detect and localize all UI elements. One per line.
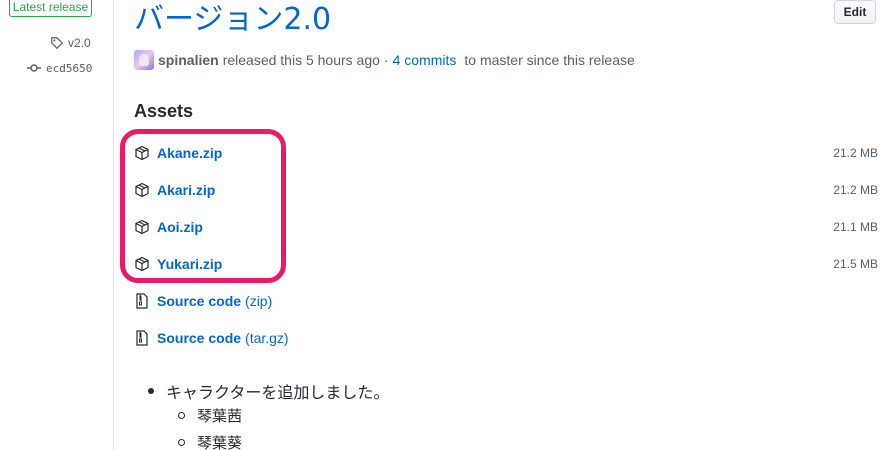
tag-link[interactable]: v2.0 bbox=[50, 35, 91, 51]
commit-icon bbox=[27, 64, 41, 72]
latest-release-badge: Latest release bbox=[9, 0, 92, 17]
released-text: released this 5 hours ago bbox=[222, 52, 380, 68]
assets-heading: Assets bbox=[134, 101, 194, 121]
commit-link[interactable]: ecd5650 bbox=[27, 60, 92, 76]
release-title[interactable]: バージョン2.0 bbox=[134, 2, 331, 38]
release-note-subtext: 琴葉茜 bbox=[197, 408, 243, 425]
author-link[interactable]: spinalien bbox=[158, 52, 219, 68]
source-code-kind[interactable]: (zip) bbox=[245, 293, 272, 309]
tag-icon bbox=[51, 37, 64, 50]
tag-name: v2.0 bbox=[68, 36, 91, 50]
avatar[interactable] bbox=[134, 50, 154, 70]
commits-link[interactable]: 4 commits bbox=[393, 52, 457, 68]
bullet-disc bbox=[148, 388, 154, 394]
release-note-subitem: 琴葉茜 bbox=[178, 405, 242, 426]
release-sidebar: Latest release v2.0 ecd5650 bbox=[0, 0, 114, 450]
file-zip-icon bbox=[136, 293, 148, 309]
asset-size: 21.5 MB bbox=[833, 257, 878, 271]
release-note-subitem: 琴葉葵 bbox=[178, 432, 242, 450]
release-meta: spinalien released this 5 hours ago · 4 … bbox=[134, 50, 635, 70]
release-note-text: キャラクターを追加しました。 bbox=[166, 385, 390, 402]
bullet-circle bbox=[178, 439, 185, 446]
commit-sha: ecd5650 bbox=[46, 61, 93, 75]
source-code-zip-row[interactable]: Source code (zip) bbox=[134, 291, 878, 311]
asset-size: 21.2 MB bbox=[833, 146, 878, 160]
asset-size: 21.2 MB bbox=[833, 183, 878, 197]
asset-size: 21.1 MB bbox=[833, 220, 878, 234]
source-code-link[interactable]: Source code bbox=[157, 330, 241, 346]
commits-suffix: to master since this release bbox=[464, 52, 635, 68]
bullet-circle bbox=[178, 412, 185, 419]
source-code-targz-row[interactable]: Source code (tar.gz) bbox=[134, 328, 878, 348]
edit-button[interactable]: Edit bbox=[834, 0, 876, 24]
source-code-link[interactable]: Source code bbox=[157, 293, 241, 309]
source-code-kind[interactable]: (tar.gz) bbox=[245, 330, 289, 346]
highlight-annotation bbox=[120, 129, 286, 283]
release-note-item: キャラクターを追加しました。 bbox=[148, 379, 389, 403]
file-zip-icon bbox=[136, 330, 148, 346]
release-note-subtext: 琴葉葵 bbox=[197, 435, 243, 450]
meta-separator: · bbox=[383, 52, 389, 68]
